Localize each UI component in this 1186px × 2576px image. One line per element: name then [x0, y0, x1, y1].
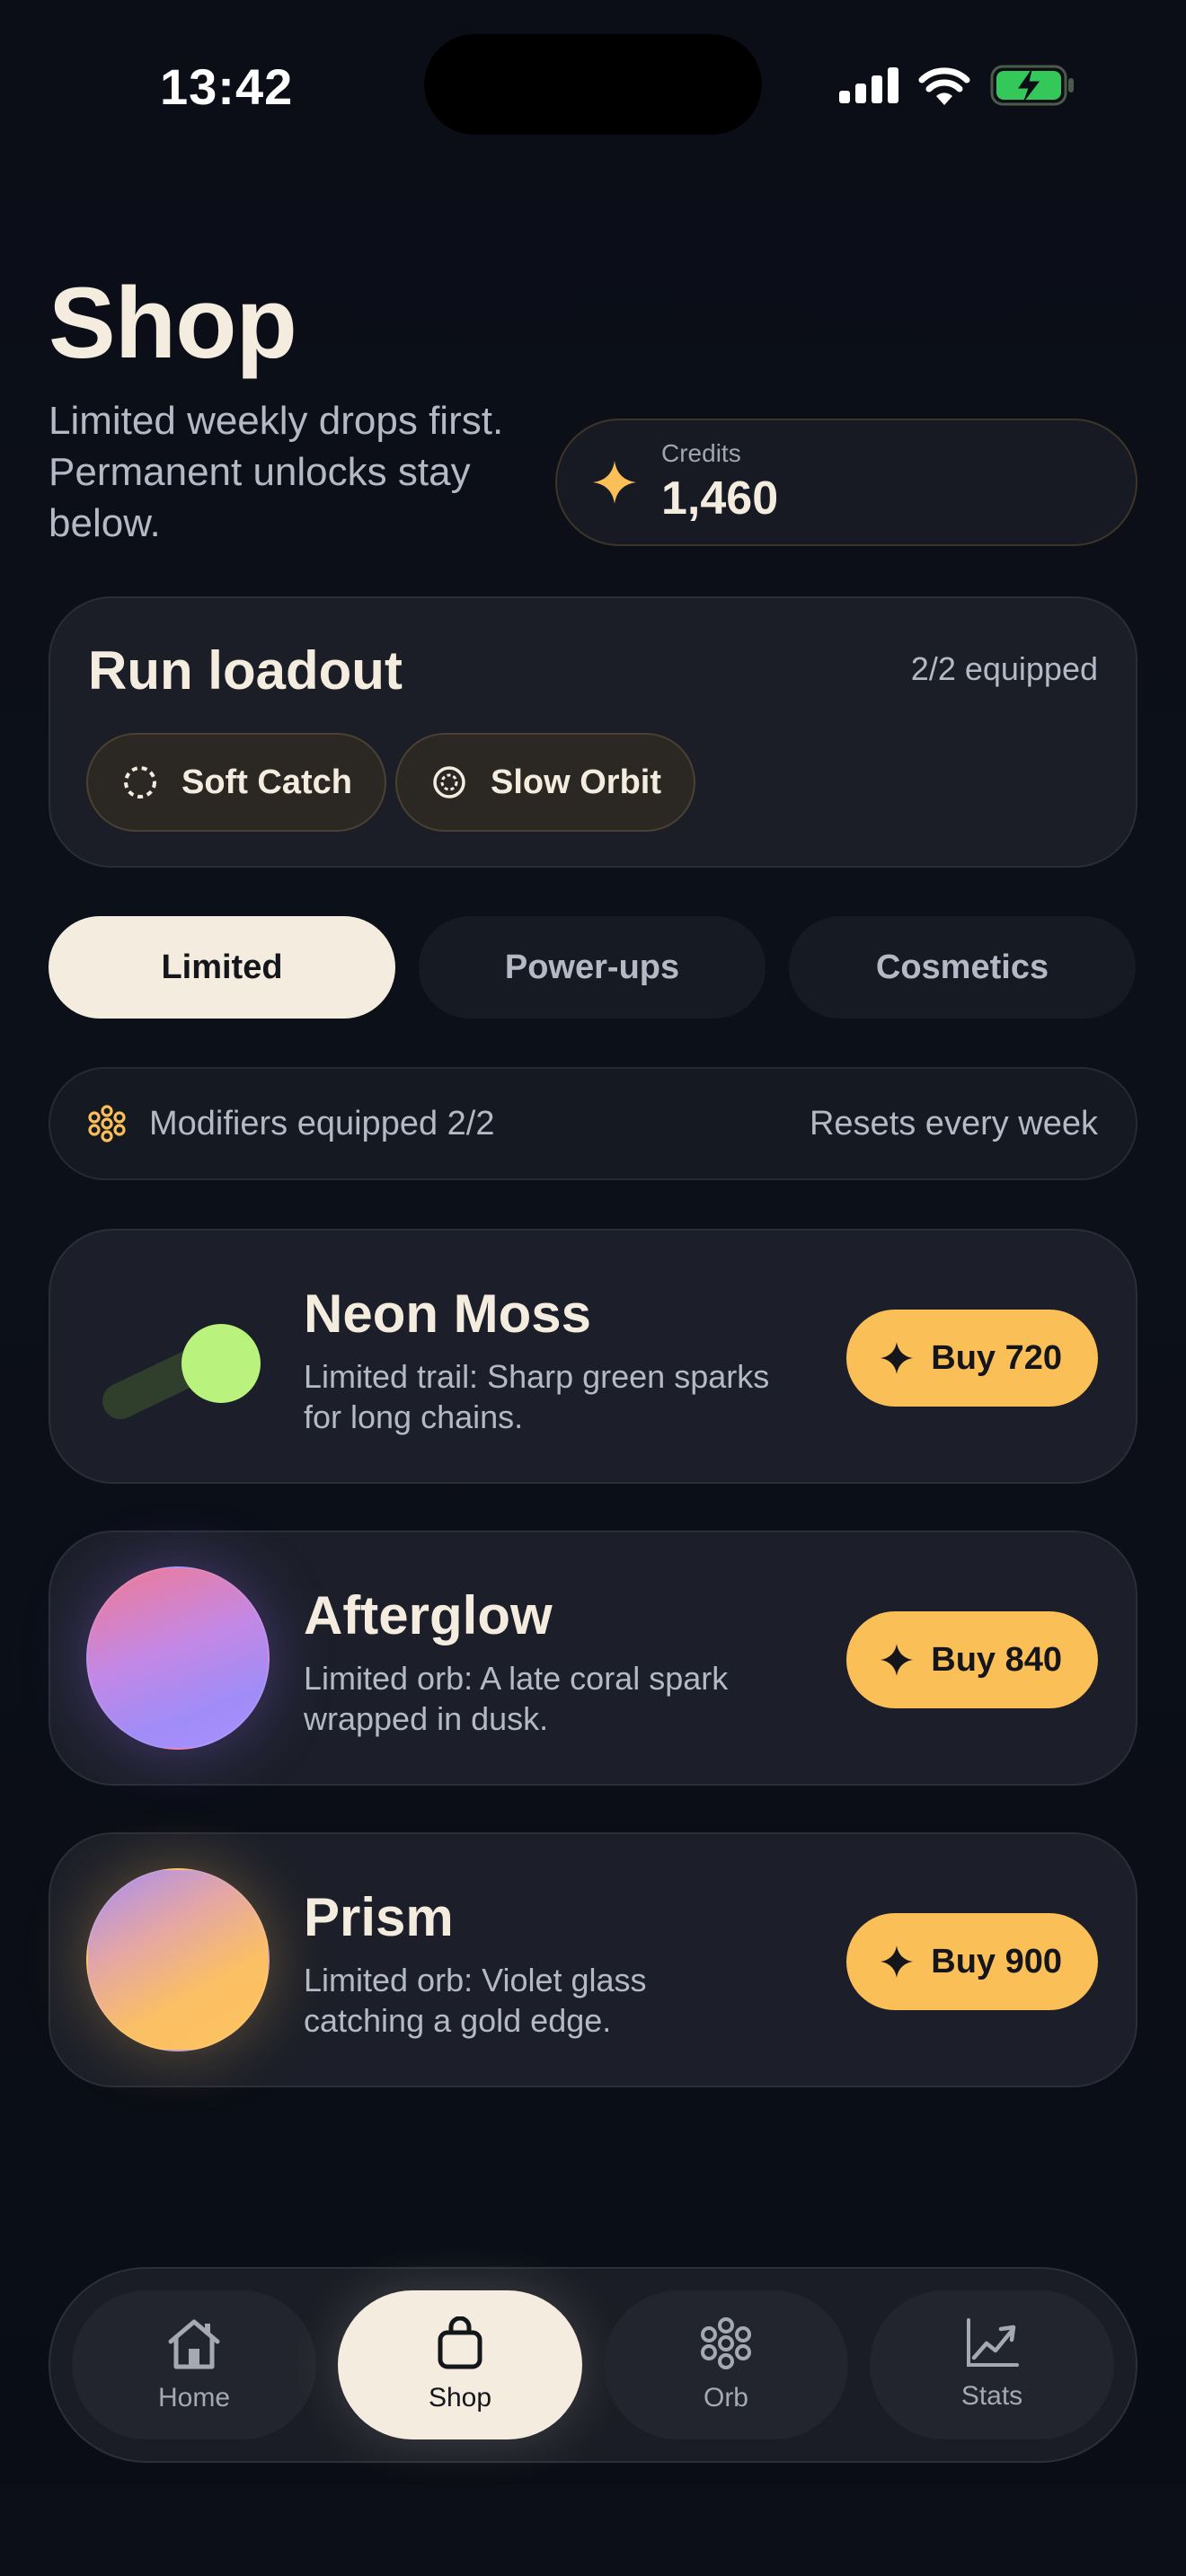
buy-button[interactable]: Buy 720 — [846, 1310, 1098, 1407]
nav-orb[interactable]: Orb — [604, 2290, 848, 2439]
buy-button-label: Buy 900 — [931, 1942, 1062, 1981]
credits-value: 1,460 — [661, 472, 779, 525]
trail-preview — [86, 1265, 270, 1448]
status-time: 13:42 — [160, 58, 294, 115]
home-indicator-area — [0, 2484, 1186, 2576]
nav-shop[interactable]: Shop — [338, 2290, 582, 2439]
afterglow-orb — [86, 1566, 270, 1750]
tab-power-ups[interactable]: Power-ups — [419, 916, 766, 1019]
buy-button[interactable]: Buy 900 — [846, 1913, 1098, 2010]
nav-label: Stats — [960, 2381, 1023, 2411]
modifiers-label: Modifiers equipped 2/2 — [149, 1104, 495, 1142]
nav-label: Shop — [428, 2383, 492, 2413]
dashed-circle-icon — [124, 766, 156, 798]
modifiers-bar: Modifiers equipped 2/2 Resets every week — [49, 1067, 1137, 1180]
sparkle-icon — [881, 1342, 914, 1374]
sparkle-icon — [881, 1945, 914, 1978]
item-description: Limited orb: A late coral spark wrapped … — [304, 1660, 729, 1737]
bottom-tab-bar: Home Shop Orb Stats — [49, 2267, 1137, 2463]
buy-button-label: Buy 720 — [931, 1338, 1062, 1377]
loadout-count: 2/2 equipped — [910, 650, 1098, 687]
status-icons — [839, 63, 1075, 108]
nav-label: Home — [157, 2383, 231, 2413]
trail-icon — [102, 1324, 261, 1419]
battery-charging-icon — [990, 65, 1074, 106]
chip-soft-catch[interactable]: Soft Catch — [86, 733, 386, 832]
orb-preview — [86, 1868, 270, 2051]
item-name: Afterglow — [304, 1585, 553, 1645]
nav-home[interactable]: Home — [72, 2290, 316, 2439]
shop-item-prism[interactable]: Prism Limited orb: Violet glass catching… — [49, 1832, 1137, 2087]
item-name: Prism — [304, 1887, 454, 1947]
credits-card: Credits 1,460 — [555, 419, 1137, 546]
signal-icon — [839, 67, 898, 103]
prism-orb — [86, 1868, 270, 2051]
item-description: Limited orb: Violet glass catching a gol… — [304, 1962, 647, 2039]
orb-cluster-icon — [701, 2317, 751, 2369]
orbit-icon — [433, 766, 465, 798]
sparkle-icon — [593, 461, 636, 504]
shop-screen: 13:42 Shop Limited weekly drops first. P… — [0, 0, 1186, 2576]
orb-preview — [86, 1566, 270, 1750]
wifi-icon — [918, 67, 970, 105]
flower-cluster-icon — [88, 1105, 126, 1142]
buy-button-label: Buy 840 — [931, 1640, 1062, 1679]
shop-item-afterglow[interactable]: Afterglow Limited orb: A late coral spar… — [49, 1531, 1137, 1786]
buy-button[interactable]: Buy 840 — [846, 1611, 1098, 1708]
shop-item-neon-moss[interactable]: Neon Moss Limited trail: Sharp green spa… — [49, 1229, 1137, 1484]
item-description: Limited trail: Sharp green sparks for lo… — [304, 1358, 770, 1435]
dynamic-island — [424, 34, 762, 135]
credits-text: Credits 1,460 — [661, 439, 778, 525]
shopping-bag-icon — [438, 2316, 482, 2369]
status-bar: 13:42 — [0, 0, 1186, 171]
home-icon — [168, 2319, 220, 2369]
sparkle-icon — [881, 1644, 914, 1676]
chart-line-icon — [967, 2318, 1019, 2367]
credits-label: Credits — [661, 439, 741, 467]
tab-cosmetics[interactable]: Cosmetics — [789, 916, 1136, 1019]
chip-slow-orbit[interactable]: Slow Orbit — [395, 733, 695, 832]
chip-label: Slow Orbit — [491, 763, 661, 801]
reset-text: Resets every week — [809, 1104, 1098, 1142]
loadout-card: Run loadout 2/2 equipped Soft Catch Slow… — [49, 596, 1137, 868]
page-subtitle: Limited weekly drops first. Permanent un… — [49, 399, 504, 545]
item-name: Neon Moss — [304, 1284, 592, 1344]
loadout-title: Run loadout — [88, 640, 403, 701]
chip-label: Soft Catch — [181, 763, 352, 801]
page-title: Shop — [49, 267, 297, 379]
tab-limited[interactable]: Limited — [49, 916, 395, 1019]
nav-stats[interactable]: Stats — [870, 2290, 1114, 2439]
nav-label: Orb — [703, 2383, 748, 2413]
